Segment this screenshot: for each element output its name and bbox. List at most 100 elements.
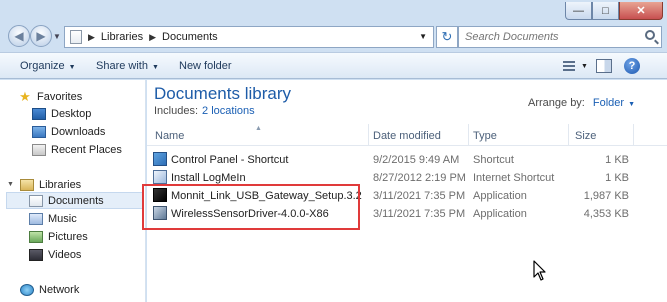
file-type: Application [473,190,527,202]
minimize-button[interactable]: — [565,2,592,20]
chevron-down-icon: ▼ [68,64,76,71]
network-icon [20,283,34,296]
library-includes: Includes: 2 locations [154,105,255,117]
share-with-button[interactable]: Share with ▼ [96,60,159,72]
search-input[interactable] [465,31,635,43]
nav-desktop[interactable]: Desktop [32,105,91,122]
breadcrumb-separator-icon[interactable]: ▶ [149,32,156,43]
file-size: 1 KB [605,172,629,184]
address-dropdown-icon[interactable]: ▼ [419,32,427,41]
expand-triangle-icon[interactable]: ▼ [7,181,14,188]
command-bar: Organize ▼ Share with ▼ New folder ▼ ? [0,52,667,79]
videos-icon [29,248,43,261]
file-date: 3/11/2021 7:35 PM [373,208,466,220]
navigation-pane: ★ Favorites Desktop Downloads Recent Pla… [0,80,146,302]
breadcrumb-documents[interactable]: Documents [162,31,218,43]
star-icon: ★ [19,88,31,104]
forward-button[interactable]: ▶ [30,25,52,47]
library-icon [70,30,82,44]
includes-label: Includes: [154,105,199,117]
chevron-down-icon: ▼ [151,64,159,71]
refresh-icon: ↻ [441,29,453,44]
nav-libraries-label: Libraries [39,178,82,191]
search-box[interactable] [458,26,662,48]
maximize-button[interactable]: □ [592,2,619,20]
column-name[interactable]: Name [155,130,184,142]
nav-music-label: Music [48,212,77,225]
column-type[interactable]: Type [473,130,497,142]
file-row[interactable]: Control Panel - Shortcut 9/2/2015 9:49 A… [147,151,667,169]
new-folder-button[interactable]: New folder [179,60,232,72]
nav-network-label: Network [39,283,80,296]
search-icon[interactable] [645,30,655,40]
nav-downloads-label: Downloads [51,125,106,138]
history-dropdown-icon[interactable]: ▼ [53,32,61,41]
nav-videos[interactable]: Videos [29,246,81,263]
nav-music[interactable]: Music [29,210,77,227]
share-with-label: Share with [96,60,148,72]
title-bar: — □ ✕ [0,0,667,26]
address-bar[interactable]: ▶ Libraries ▶ Documents ▼ [64,26,434,48]
view-options: ▼ ? [561,58,640,74]
desktop-icon [32,107,46,120]
nav-downloads[interactable]: Downloads [32,123,105,140]
nav-recent-places[interactable]: Recent Places [32,141,122,158]
file-size: 4,353 KB [583,208,629,220]
close-button[interactable]: ✕ [619,2,663,20]
nav-network[interactable]: Network [20,281,79,298]
highlight-annotation-box [142,184,360,230]
file-type: Application [473,208,527,220]
organize-label: Organize [20,60,65,72]
nav-favorites-label: Favorites [37,90,83,103]
column-size[interactable]: Size [575,130,596,142]
organize-button[interactable]: Organize ▼ [20,60,76,72]
breadcrumb-separator-icon[interactable]: ▶ [88,32,95,43]
mouse-cursor-icon [533,260,546,281]
chevron-down-icon[interactable]: ▼ [628,101,635,108]
internet-shortcut-icon [153,170,167,184]
file-date: 3/11/2021 7:35 PM [373,190,466,202]
refresh-button[interactable]: ↻ [436,26,458,48]
nav-pictures-label: Pictures [48,230,88,243]
file-size: 1,987 KB [583,190,629,202]
window-controls: — □ ✕ [565,2,663,20]
recent-places-icon [32,143,46,156]
file-date: 8/27/2012 2:19 PM [373,172,466,184]
shortcut-icon [153,152,167,166]
change-view-icon[interactable] [561,59,577,73]
nav-recent-places-label: Recent Places [51,143,122,156]
forward-arrow-icon: ▶ [36,29,46,43]
nav-desktop-label: Desktop [51,107,92,120]
back-button[interactable]: ◀ [8,25,30,47]
help-icon[interactable]: ? [623,58,640,74]
column-header-row: ▲ Name Date modified Type Size [147,124,667,146]
libraries-icon [20,178,34,191]
downloads-icon [32,125,46,138]
address-row: ◀ ▶ ▼ ▶ Libraries ▶ Documents ▼ ↻ [0,24,667,50]
includes-locations-link[interactable]: 2 locations [202,105,255,117]
explorer-window: — □ ✕ ◀ ▶ ▼ ▶ Libraries ▶ Documents ▼ ↻ … [0,0,667,302]
documents-icon [29,194,43,207]
file-name: Control Panel - Shortcut [171,154,289,166]
pictures-icon [29,230,43,243]
view-dropdown-icon[interactable]: ▼ [581,63,588,70]
arrange-by: Arrange by: Folder ▼ [528,97,635,109]
music-icon [29,212,43,225]
back-arrow-icon: ◀ [14,29,24,43]
file-date: 9/2/2015 9:49 AM [373,154,460,166]
nav-libraries[interactable]: Libraries [20,176,81,193]
column-date-modified[interactable]: Date modified [373,130,441,142]
nav-documents-label: Documents [48,194,104,207]
file-type: Shortcut [473,154,514,166]
arrange-by-value[interactable]: Folder [593,97,624,109]
preview-pane-icon[interactable] [595,59,612,73]
library-title: Documents library [154,84,291,103]
nav-pictures[interactable]: Pictures [29,228,88,245]
file-type: Internet Shortcut [473,172,555,184]
arrange-by-label: Arrange by: [528,97,585,109]
breadcrumb-libraries[interactable]: Libraries [101,31,143,43]
nav-documents[interactable]: Documents [6,192,144,209]
file-size: 1 KB [605,154,629,166]
nav-favorites[interactable]: ★ Favorites [18,88,82,105]
nav-videos-label: Videos [48,248,82,261]
